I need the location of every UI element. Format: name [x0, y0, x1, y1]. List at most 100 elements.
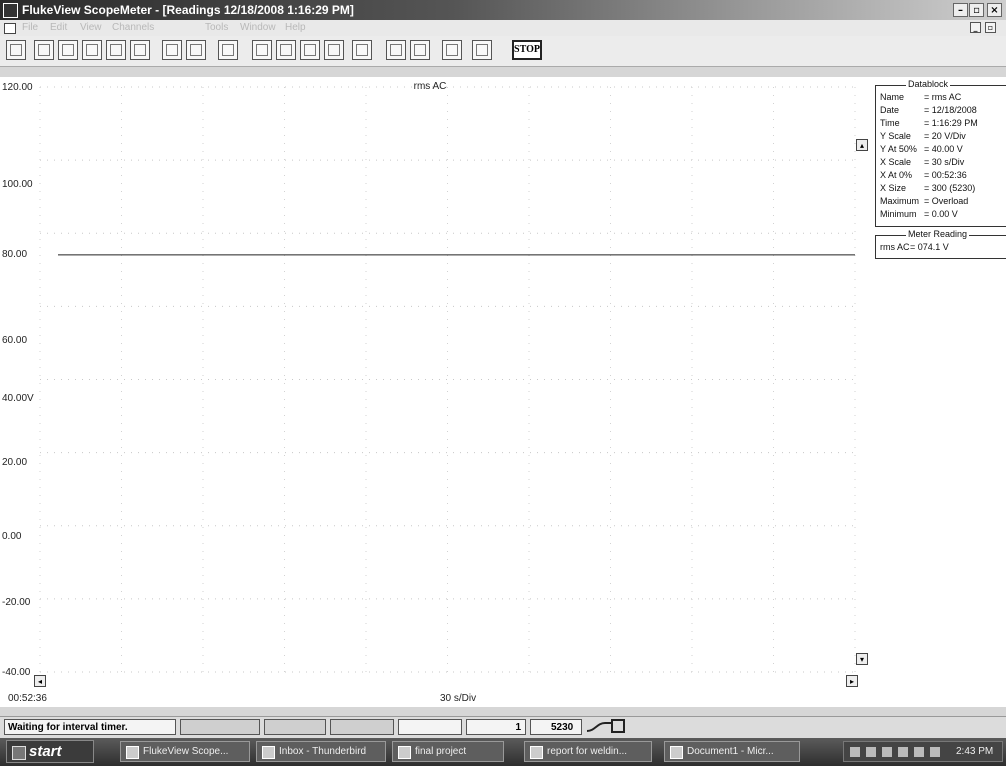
- app-icon[interactable]: [3, 3, 18, 18]
- start-button[interactable]: start: [6, 740, 94, 763]
- meter-icon: [38, 44, 50, 56]
- toolbar-button-9[interactable]: [218, 40, 238, 60]
- toolbar-button-11[interactable]: [276, 40, 296, 60]
- tray-icon-1[interactable]: [850, 747, 860, 757]
- flukeview-icon: [126, 746, 139, 759]
- meter-reading-title: Meter Reading: [906, 229, 970, 239]
- plot-canvas: rms AC: [39, 81, 856, 673]
- scroll-left-button[interactable]: ◂: [34, 675, 46, 687]
- toolbar-button-12[interactable]: [300, 40, 320, 60]
- datablock-row-minimum: Minimum = 0.00 V: [880, 209, 958, 219]
- menu-edit[interactable]: Edit: [50, 22, 67, 33]
- export-icon: [446, 44, 458, 56]
- datablock-row-date: Date = 12/18/2008: [880, 105, 977, 115]
- settings-icon: [222, 44, 234, 56]
- toolbar-button-1[interactable]: [6, 40, 26, 60]
- minimize-button[interactable]: –: [953, 3, 968, 17]
- datablock-box: Datablock Name = rms AC Date = 12/18/2008 …: [875, 79, 1006, 227]
- menu-window[interactable]: Window: [240, 22, 276, 33]
- x-start-label: 00:52:36: [8, 693, 47, 704]
- toolbar: STOP: [0, 36, 1006, 67]
- task-report[interactable]: report for weldin...: [524, 741, 652, 762]
- toolbar-button-5[interactable]: [106, 40, 126, 60]
- toolbar-button-17[interactable]: [442, 40, 462, 60]
- datablock-row-y-at-50: Y At 50% = 40.00 V: [880, 144, 963, 154]
- toolbar-button-6[interactable]: [130, 40, 150, 60]
- toolbar-button-14[interactable]: [352, 40, 372, 60]
- datablock-row-y-scale: Y Scale = 20 V/Div: [880, 131, 966, 141]
- toolbar-button-8[interactable]: [186, 40, 206, 60]
- thunderbird-icon: [262, 746, 275, 759]
- menu-tools[interactable]: Tools: [205, 22, 228, 33]
- toolbar-button-3[interactable]: [58, 40, 78, 60]
- status-panel-3: [264, 719, 326, 735]
- toolbar-button-10[interactable]: [252, 40, 272, 60]
- print-icon: [110, 44, 122, 56]
- open-icon: [62, 44, 74, 56]
- toolbar-button-2[interactable]: [34, 40, 54, 60]
- toolbar-button-7[interactable]: [162, 40, 182, 60]
- y-tick-label-6: 0.00: [2, 531, 22, 542]
- tray-icon-5[interactable]: [914, 747, 924, 757]
- meter-reading-row: rms AC= 074.1 V: [880, 242, 949, 252]
- word-icon: [530, 746, 543, 759]
- datablock-row-x-size: X Size = 300 (5230): [880, 183, 976, 193]
- title-bar: FlukeView ScopeMeter - [Readings 12/18/2…: [0, 0, 1006, 20]
- tray-icon-2[interactable]: [866, 747, 876, 757]
- y-tick-label-4: 40.00V: [2, 393, 34, 404]
- menu-help[interactable]: Help: [285, 22, 306, 33]
- menu-view[interactable]: View: [80, 22, 102, 33]
- tray-icon-3[interactable]: [882, 747, 892, 757]
- document-icon[interactable]: [4, 23, 16, 34]
- toolbar-button-18[interactable]: [472, 40, 492, 60]
- status-value-1: 1: [466, 719, 526, 735]
- maximize-button[interactable]: ▫: [969, 3, 984, 17]
- y-tick-label-0: 120.00: [2, 82, 33, 93]
- import-icon: [476, 44, 488, 56]
- mdi-minimize-button[interactable]: _: [970, 22, 981, 33]
- mdi-restore-button[interactable]: ▫: [985, 22, 996, 33]
- folder-icon: [398, 746, 411, 759]
- scope-icon: [10, 44, 22, 56]
- waveform-icon: [280, 44, 292, 56]
- status-panel-4: [330, 719, 394, 735]
- y-tick-label-7: -20.00: [2, 597, 31, 608]
- datablock-title: Datablock: [906, 79, 951, 89]
- menu-channels[interactable]: Channels: [112, 22, 154, 33]
- trend-plot[interactable]: rms AC 120.00 100.00 80.00 60.00 40.00V …: [0, 77, 870, 707]
- datablock-row-x-at-0: X At 0% = 00:52:36: [880, 170, 967, 180]
- task-document1[interactable]: Document1 - Micr...: [664, 741, 800, 762]
- scroll-down-button[interactable]: ▾: [856, 653, 868, 665]
- scroll-right-button[interactable]: ▸: [846, 675, 858, 687]
- stop-button[interactable]: STOP: [512, 40, 542, 60]
- task-thunderbird[interactable]: Inbox - Thunderbird: [256, 741, 386, 762]
- tray-icon-4[interactable]: [898, 747, 908, 757]
- toolbar-button-15[interactable]: [386, 40, 406, 60]
- toolbar-button-4[interactable]: [82, 40, 102, 60]
- scroll-up-button[interactable]: ▴: [856, 139, 868, 151]
- trend-icon: [256, 44, 268, 56]
- close-button[interactable]: ×: [987, 3, 1002, 17]
- y-tick-label-5: 20.00: [2, 457, 28, 468]
- word-icon: [670, 746, 683, 759]
- connection-icon: [585, 719, 629, 735]
- menu-file[interactable]: File: [22, 22, 38, 33]
- datablock-row-x-scale: X Scale = 30 s/Div: [880, 157, 965, 167]
- tray-icon-6[interactable]: [930, 747, 940, 757]
- task-final-project[interactable]: final project: [392, 741, 504, 762]
- task-flukeview[interactable]: FlukeView Scope...: [120, 741, 250, 762]
- taskbar: start FlukeView Scope... Inbox - Thunder…: [0, 738, 1006, 766]
- toolbar-button-13[interactable]: [324, 40, 344, 60]
- status-bar: Waiting for interval timer. 1 5230: [0, 716, 1006, 739]
- datablock-row-time: Time = 1:16:29 PM: [880, 118, 978, 128]
- y-tick-label-2: 80.00: [2, 249, 28, 260]
- y-tick-label-3: 60.00: [2, 335, 28, 346]
- copy-icon: [166, 44, 178, 56]
- zoom-out-icon: [414, 44, 426, 56]
- toolbar-button-16[interactable]: [410, 40, 430, 60]
- status-panel-5: [398, 719, 462, 735]
- chart-icon: [328, 44, 340, 56]
- status-message: Waiting for interval timer.: [4, 719, 176, 735]
- status-panel-2: [180, 719, 260, 735]
- windows-logo-icon: [12, 746, 26, 760]
